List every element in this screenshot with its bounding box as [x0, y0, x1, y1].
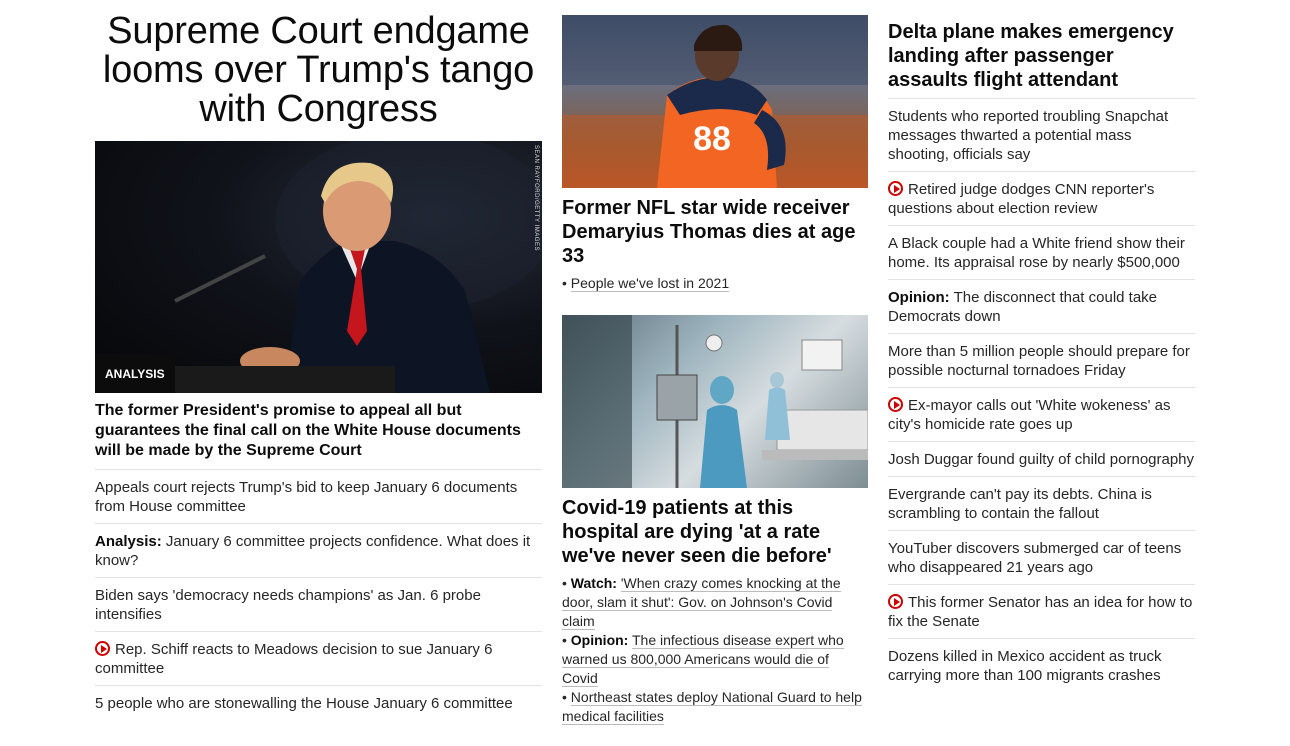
list-item[interactable]: Students who reported troubling Snapchat… [888, 99, 1195, 172]
headline-link[interactable]: Evergrande can't pay its debts. China is… [888, 486, 1152, 522]
opinion-label: Opinion: [570, 632, 629, 648]
headline-link[interactable]: Students who reported troubling Snapchat… [888, 108, 1168, 163]
video-play-icon [95, 641, 110, 656]
headline-link[interactable]: A Black couple had a White friend show t… [888, 235, 1185, 271]
list-item[interactable]: Retired judge dodges CNN reporter's ques… [888, 172, 1195, 226]
list-item[interactable]: • People we've lost in 2021 [562, 274, 868, 293]
list-item[interactable]: • Watch: 'When crazy comes knocking at t… [562, 574, 868, 631]
analysis-badge: ANALYSIS [95, 354, 175, 393]
football-player-photo: 88 [562, 15, 868, 188]
related-link[interactable]: Biden says 'democracy needs champions' a… [95, 587, 481, 623]
image-credit: SEAN RAYFORD/GETTY IMAGES [533, 145, 539, 251]
lead-story: Supreme Court endgame looms over Trump's… [95, 12, 542, 720]
covid-headline[interactable]: Covid-19 patients at this hospital are d… [562, 496, 868, 568]
lead-subhead[interactable]: The former President's promise to appeal… [95, 401, 542, 470]
related-link[interactable]: 5 people who are stonewalling the House … [95, 695, 513, 712]
covid-bullets: • Watch: 'When crazy comes knocking at t… [562, 574, 868, 726]
headline-link[interactable]: YouTuber discovers submerged car of teen… [888, 540, 1181, 576]
bullet-link[interactable]: Northeast states deploy National Guard t… [562, 689, 862, 725]
hospital-photo [562, 315, 868, 488]
headline-link[interactable]: Josh Duggar found guilty of child pornog… [888, 451, 1194, 468]
headline-link[interactable]: More than 5 million people should prepar… [888, 343, 1190, 379]
headline-link[interactable]: Retired judge dodges CNN reporter's ques… [888, 181, 1154, 217]
list-item[interactable]: 5 people who are stonewalling the House … [95, 686, 542, 720]
covid-story-image[interactable] [562, 315, 868, 488]
list-item[interactable]: A Black couple had a White friend show t… [888, 226, 1195, 280]
video-play-icon [888, 181, 903, 196]
list-item[interactable]: YouTuber discovers submerged car of teen… [888, 531, 1195, 585]
list-item[interactable]: Appeals court rejects Trump's bid to kee… [95, 470, 542, 524]
jersey-number: 88 [693, 120, 731, 158]
video-play-icon [888, 594, 903, 609]
list-item[interactable]: More than 5 million people should prepar… [888, 334, 1195, 388]
headline-link[interactable]: Ex-mayor calls out 'White wokeness' as c… [888, 397, 1171, 433]
nfl-bullets: • People we've lost in 2021 [562, 274, 868, 293]
list-item[interactable]: Evergrande can't pay its debts. China is… [888, 477, 1195, 531]
right-column: Delta plane makes emergency landing afte… [888, 20, 1195, 692]
nfl-headline[interactable]: Former NFL star wide receiver Demaryius … [562, 196, 868, 268]
list-item[interactable]: Analysis: January 6 committee projects c… [95, 524, 542, 578]
list-item[interactable]: Dozens killed in Mexico accident as truc… [888, 639, 1195, 692]
list-item[interactable]: Josh Duggar found guilty of child pornog… [888, 442, 1195, 477]
list-item[interactable]: Rep. Schiff reacts to Meadows decision t… [95, 632, 542, 686]
opinion-label: Opinion: [888, 289, 950, 306]
list-item[interactable]: Ex-mayor calls out 'White wokeness' as c… [888, 388, 1195, 442]
related-link[interactable]: Appeals court rejects Trump's bid to kee… [95, 479, 517, 515]
related-link[interactable]: Rep. Schiff reacts to Meadows decision t… [95, 641, 492, 677]
list-item[interactable]: • Opinion: The infectious disease expert… [562, 631, 868, 688]
list-item[interactable]: • Northeast states deploy National Guard… [562, 688, 868, 726]
headline-link[interactable]: Dozens killed in Mexico accident as truc… [888, 648, 1161, 684]
watch-label: Watch: [570, 575, 617, 591]
lead-related-list: Appeals court rejects Trump's bid to kee… [95, 470, 542, 720]
nfl-story-image[interactable]: 88 [562, 15, 868, 188]
middle-column: 88 Former NFL star wide receiver Demaryi… [562, 15, 868, 726]
headline-list: Students who reported troubling Snapchat… [888, 99, 1195, 692]
lead-image[interactable]: SEAN RAYFORD/GETTY IMAGES ANALYSIS [95, 141, 542, 393]
list-item[interactable]: Opinion: The disconnect that could take … [888, 280, 1195, 334]
delta-headline[interactable]: Delta plane makes emergency landing afte… [888, 20, 1195, 99]
analysis-label: Analysis: [95, 533, 162, 550]
headline-link[interactable]: This former Senator has an idea for how … [888, 594, 1192, 630]
list-item[interactable]: Biden says 'democracy needs champions' a… [95, 578, 542, 632]
list-item[interactable]: This former Senator has an idea for how … [888, 585, 1195, 639]
video-play-icon [888, 397, 903, 412]
bullet-link[interactable]: People we've lost in 2021 [570, 275, 730, 292]
lead-headline[interactable]: Supreme Court endgame looms over Trump's… [95, 12, 542, 129]
